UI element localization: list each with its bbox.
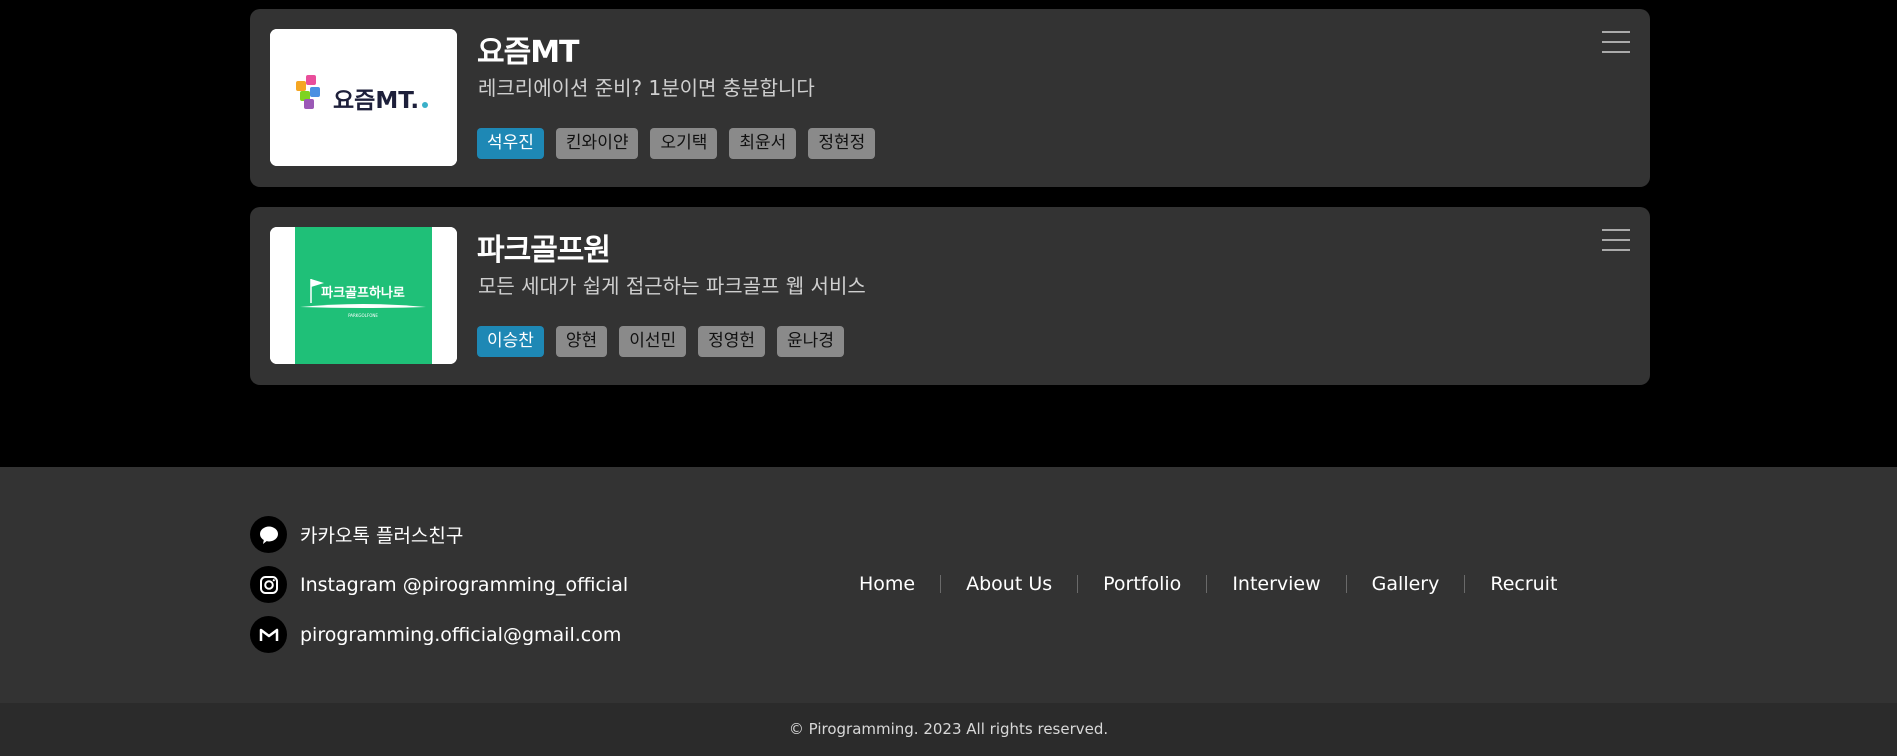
project-title: 요즘MT — [477, 35, 580, 70]
instagram-contact-label: Instagram @pirogramming_official — [300, 573, 629, 596]
nav-divider — [1345, 575, 1347, 593]
member-tag: 오기택 — [650, 128, 718, 159]
email-contact-label: pirogramming.official@gmail.com — [300, 623, 622, 646]
park-golf-one-logo: 파크골프하나로 PARKGOLFONE — [270, 227, 457, 364]
kakao-talk-icon — [250, 516, 287, 553]
footer: 카카오톡 플러스친구 Instagram @pirogramming_offic… — [0, 467, 1897, 703]
member-tag: 최윤서 — [729, 128, 797, 159]
member-tag-lead: 이승찬 — [477, 326, 544, 357]
member-tags: 이승찬 양현 이선민 정영헌 윤나경 — [477, 326, 844, 357]
nav-link-interview[interactable]: Interview — [1232, 573, 1320, 595]
member-tag: 양현 — [555, 326, 608, 357]
copyright-bar: © Pirogramming. 2023 All rights reserved… — [0, 703, 1897, 756]
member-tags: 석우진 킨와이얀 오기택 최윤서 정현정 — [477, 128, 876, 159]
nav-divider — [1077, 575, 1079, 593]
nav-link-gallery[interactable]: Gallery — [1372, 573, 1440, 595]
menu-icon[interactable] — [1602, 31, 1630, 55]
member-tag: 킨와이얀 — [555, 128, 639, 159]
nav-link-portfolio[interactable]: Portfolio — [1103, 573, 1181, 595]
nav-link-recruit[interactable]: Recruit — [1490, 573, 1557, 595]
nav-divider — [1206, 575, 1208, 593]
project-description: 레크리에이션 준비? 1분이면 충분합니다 — [478, 76, 815, 100]
member-tag-lead: 석우진 — [477, 128, 544, 159]
nav-divider — [1464, 575, 1466, 593]
project-thumbnail: 요즘MT. — [270, 29, 457, 166]
nav-divider — [940, 575, 942, 593]
project-card[interactable]: 파크골프하나로 PARKGOLFONE 파크골프원 모든 세대가 쉽게 접근하는… — [250, 207, 1650, 385]
svg-text:요즘MT.: 요즘MT. — [333, 88, 419, 114]
member-tag: 이선민 — [619, 326, 687, 357]
project-card[interactable]: 요즘MT. 요즘MT 레크리에이션 준비? 1분이면 충분합니다 석우진 킨와이… — [250, 9, 1650, 187]
project-description: 모든 세대가 쉽게 접근하는 파크골프 웹 서비스 — [478, 274, 866, 298]
gmail-icon — [250, 616, 287, 653]
nav-link-about-us[interactable]: About Us — [966, 573, 1052, 595]
member-tag: 정영헌 — [698, 326, 766, 357]
member-tag: 윤나경 — [777, 326, 844, 357]
menu-icon[interactable] — [1602, 229, 1630, 253]
member-tag: 정현정 — [808, 128, 876, 159]
copyright-text: © Pirogramming. 2023 All rights reserved… — [788, 720, 1109, 738]
email-contact-link[interactable]: pirogramming.official@gmail.com — [250, 616, 621, 653]
kakao-contact-link[interactable]: 카카오톡 플러스친구 — [250, 516, 463, 553]
yojeum-mt-logo: 요즘MT. — [270, 29, 457, 166]
svg-text:파크골프하나로: 파크골프하나로 — [321, 285, 405, 301]
project-list: 요즘MT. 요즘MT 레크리에이션 준비? 1분이면 충분합니다 석우진 킨와이… — [250, 9, 1650, 405]
instagram-contact-link[interactable]: Instagram @pirogramming_official — [250, 566, 628, 603]
nav-link-home[interactable]: Home — [859, 573, 915, 595]
svg-text:PARKGOLFONE: PARKGOLFONE — [348, 313, 378, 318]
project-title: 파크골프원 — [477, 233, 611, 268]
footer-nav: Home About Us Portfolio Interview Galler… — [859, 573, 1557, 595]
kakao-contact-label: 카카오톡 플러스친구 — [300, 525, 464, 547]
instagram-icon — [250, 566, 287, 603]
project-thumbnail: 파크골프하나로 PARKGOLFONE — [270, 227, 457, 364]
